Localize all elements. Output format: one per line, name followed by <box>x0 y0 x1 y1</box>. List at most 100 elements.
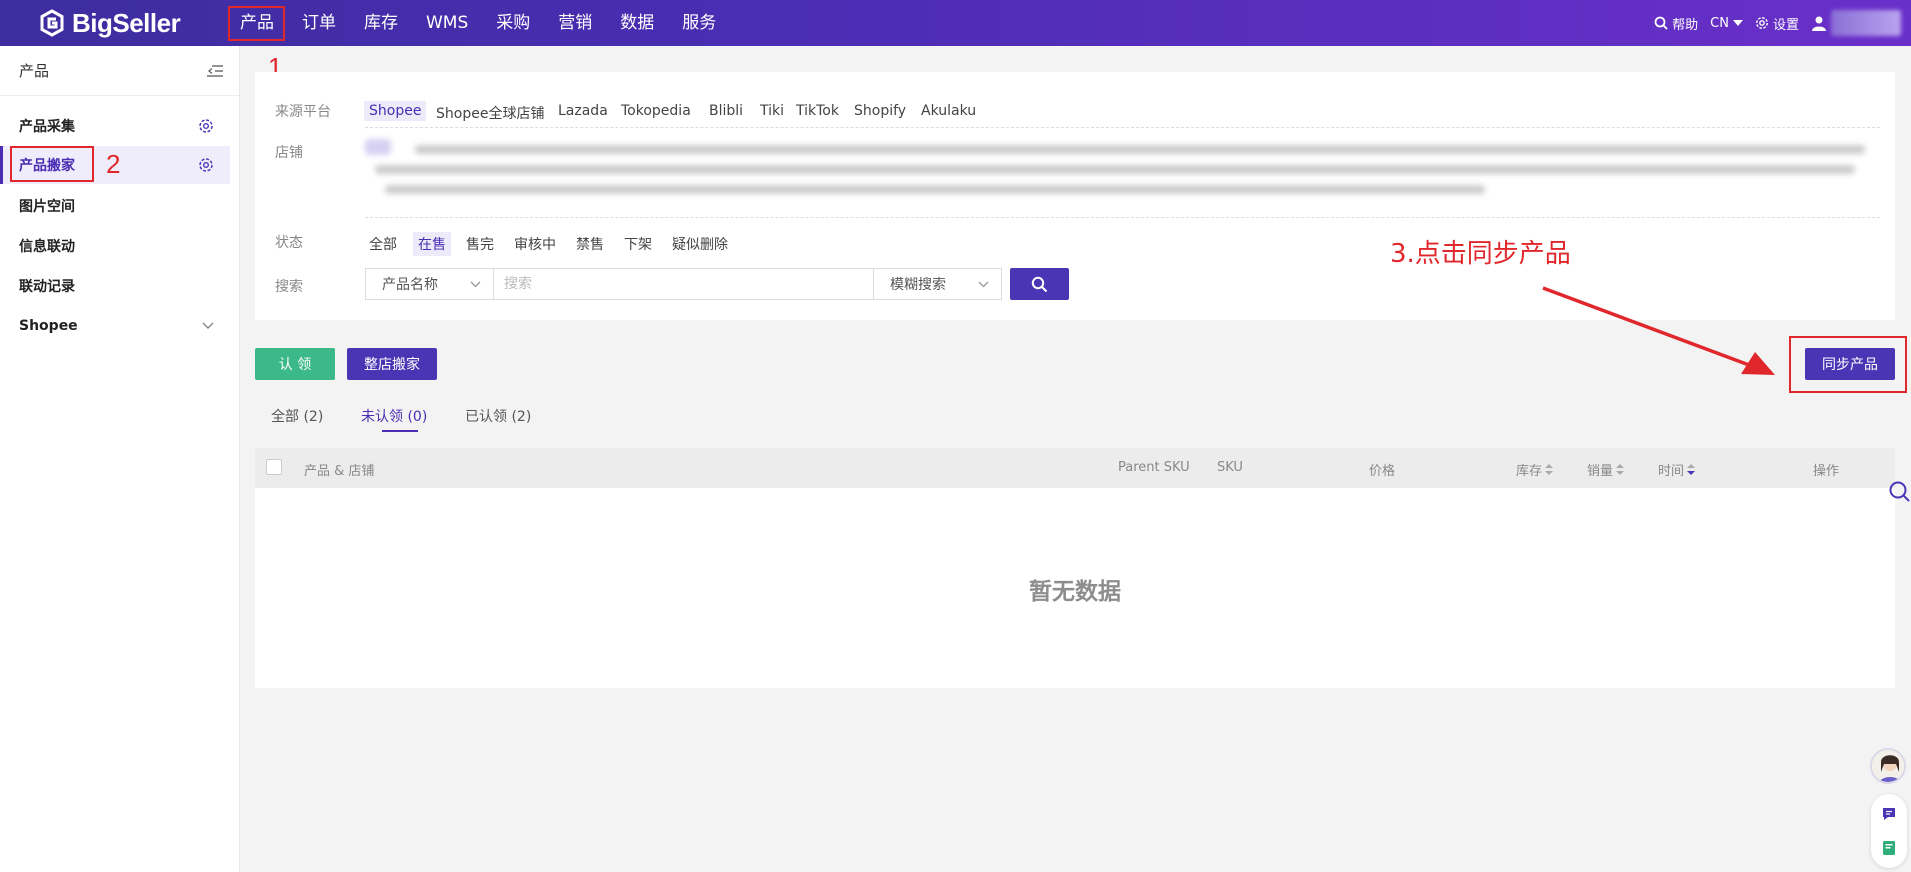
search-input[interactable] <box>494 268 874 300</box>
search-field-value: 产品名称 <box>382 277 438 293</box>
nav-item-orders[interactable]: 订单 <box>288 0 350 46</box>
move-store-button[interactable]: 整店搬家 <box>347 348 437 380</box>
sort-icon <box>1616 464 1625 475</box>
platform-chip-tiktok[interactable]: TikTok <box>791 101 844 121</box>
top-nav-bar: BigSeller 产品 订单 库存 WMS 采购 营销 数据 服务 帮助 CN… <box>0 0 1911 46</box>
column-label: 产品 & 店铺 <box>304 464 375 479</box>
status-chip-unlisted[interactable]: 下架 <box>619 232 657 256</box>
sidebar-item-image-space[interactable]: 图片空间 <box>0 187 230 225</box>
platform-chip-shopee-global[interactable]: Shopee全球店铺 <box>431 101 549 125</box>
platform-chip-shopee[interactable]: Shopee <box>364 101 427 121</box>
platform-label: 来源平台 <box>275 104 331 120</box>
column-label: Parent SKU <box>1118 460 1190 475</box>
settings-link[interactable]: 设置 <box>1755 14 1799 33</box>
table-header: 产品 & 店铺 Parent SKU SKU 价格 库存 销量 时间 操作 <box>255 448 1895 488</box>
sidebar-item-shopee[interactable]: Shopee <box>0 307 230 345</box>
gear-icon[interactable] <box>198 118 214 134</box>
column-sku: SKU <box>1217 460 1243 475</box>
column-product-store: 产品 & 店铺 <box>304 460 374 479</box>
tab-all[interactable]: 全部 (2) <box>271 406 323 426</box>
user-menu[interactable] <box>1811 10 1901 36</box>
column-stock[interactable]: 库存 <box>1516 460 1554 479</box>
settings-label: 设置 <box>1772 17 1799 33</box>
avatar-icon <box>1872 750 1904 782</box>
chat-icon[interactable] <box>1881 806 1897 822</box>
claim-button[interactable]: 认 领 <box>255 348 335 380</box>
nav-item-wms[interactable]: WMS <box>412 0 482 46</box>
column-sales[interactable]: 销量 <box>1587 460 1625 479</box>
table-body: 暂无数据 <box>255 488 1895 688</box>
sidebar-item-link-records[interactable]: 联动记录 <box>0 267 230 305</box>
username-blurred <box>1831 10 1901 36</box>
language-selector[interactable]: CN <box>1710 16 1743 31</box>
divider <box>365 127 1880 128</box>
platform-chip-akulaku[interactable]: Akulaku <box>916 101 981 121</box>
platform-chip-shopify[interactable]: Shopify <box>849 101 911 121</box>
status-chip-all[interactable]: 全部 <box>364 232 402 256</box>
search-button[interactable] <box>1010 268 1069 300</box>
support-avatar[interactable] <box>1870 748 1906 784</box>
chevron-down-icon <box>202 322 214 330</box>
sidebar-item-label: 信息联动 <box>19 239 75 255</box>
column-actions: 操作 <box>1813 460 1839 479</box>
status-chip-on-sale[interactable]: 在售 <box>413 232 451 256</box>
platform-chip-blibli[interactable]: Blibli <box>704 101 748 121</box>
tab-unclaimed[interactable]: 未认领 (0) <box>361 406 427 426</box>
gear-icon[interactable] <box>198 157 214 173</box>
help-link[interactable]: 帮助 <box>1654 14 1698 33</box>
search-icon[interactable] <box>1886 480 1911 504</box>
sidebar-item-info-link[interactable]: 信息联动 <box>0 227 230 265</box>
nav-item-products[interactable]: 产品 <box>226 0 288 46</box>
column-label: 时间 <box>1658 464 1685 479</box>
annotation-number-2: 2 <box>106 149 121 179</box>
help-label: 帮助 <box>1672 17 1699 33</box>
column-label: SKU <box>1217 460 1243 475</box>
nav-item-inventory[interactable]: 库存 <box>350 0 412 46</box>
column-time[interactable]: 时间 <box>1658 460 1696 479</box>
column-label: 价格 <box>1369 464 1396 479</box>
platform-chip-tokopedia[interactable]: Tokopedia <box>616 101 696 121</box>
annotation-arrow-icon <box>1542 286 1775 375</box>
sidebar-item-label: 产品采集 <box>19 119 75 135</box>
tab-active-indicator <box>382 430 418 432</box>
sync-products-button[interactable]: 同步产品 <box>1805 348 1895 380</box>
sidebar-header: 产品 <box>0 46 239 96</box>
sidebar-item-label: 产品搬家 <box>19 158 75 174</box>
platform-chip-tiki[interactable]: Tiki <box>755 101 789 121</box>
notebook-icon[interactable] <box>1881 840 1897 856</box>
status-chip-sold-out[interactable]: 售完 <box>461 232 499 256</box>
bigseller-logo[interactable]: BigSeller <box>38 8 181 38</box>
column-label: 操作 <box>1813 464 1840 479</box>
platform-chip-lazada[interactable]: Lazada <box>553 101 613 121</box>
logo-mark-icon <box>40 9 64 37</box>
gear-icon <box>1756 17 1768 29</box>
search-icon <box>1031 276 1048 292</box>
store-list-blurred <box>365 137 1885 207</box>
select-all-checkbox[interactable] <box>266 459 282 475</box>
nav-item-data[interactable]: 数据 <box>606 0 668 46</box>
column-price: 价格 <box>1369 460 1395 479</box>
collapse-menu-icon[interactable] <box>207 64 223 78</box>
nav-item-purchase[interactable]: 采购 <box>482 0 544 46</box>
floating-toolbar <box>1871 794 1907 868</box>
sort-icon <box>1687 464 1696 475</box>
sidebar-item-product-collection[interactable]: 产品采集 <box>0 107 230 145</box>
search-mode-value: 模糊搜索 <box>890 277 946 293</box>
tab-claimed[interactable]: 已认领 (2) <box>465 406 531 426</box>
user-icon <box>1812 16 1826 31</box>
status-chip-suspected-deleted[interactable]: 疑似删除 <box>667 232 733 256</box>
status-chip-banned[interactable]: 禁售 <box>571 232 609 256</box>
annotation-instruction-3: 3.点击同步产品 <box>1390 239 1571 269</box>
status-chip-reviewing[interactable]: 审核中 <box>509 232 561 256</box>
column-label: 库存 <box>1516 464 1543 479</box>
column-label: 销量 <box>1587 464 1614 479</box>
caret-down-icon <box>1732 20 1743 26</box>
status-label: 状态 <box>275 235 303 251</box>
search-field-select[interactable]: 产品名称 <box>365 268 494 300</box>
search-mode-select[interactable]: 模糊搜索 <box>873 268 1002 300</box>
sidebar-item-label: 图片空间 <box>19 199 75 215</box>
nav-item-services[interactable]: 服务 <box>668 0 730 46</box>
divider <box>365 217 1880 218</box>
nav-item-marketing[interactable]: 营销 <box>544 0 606 46</box>
search-icon <box>1654 16 1668 30</box>
